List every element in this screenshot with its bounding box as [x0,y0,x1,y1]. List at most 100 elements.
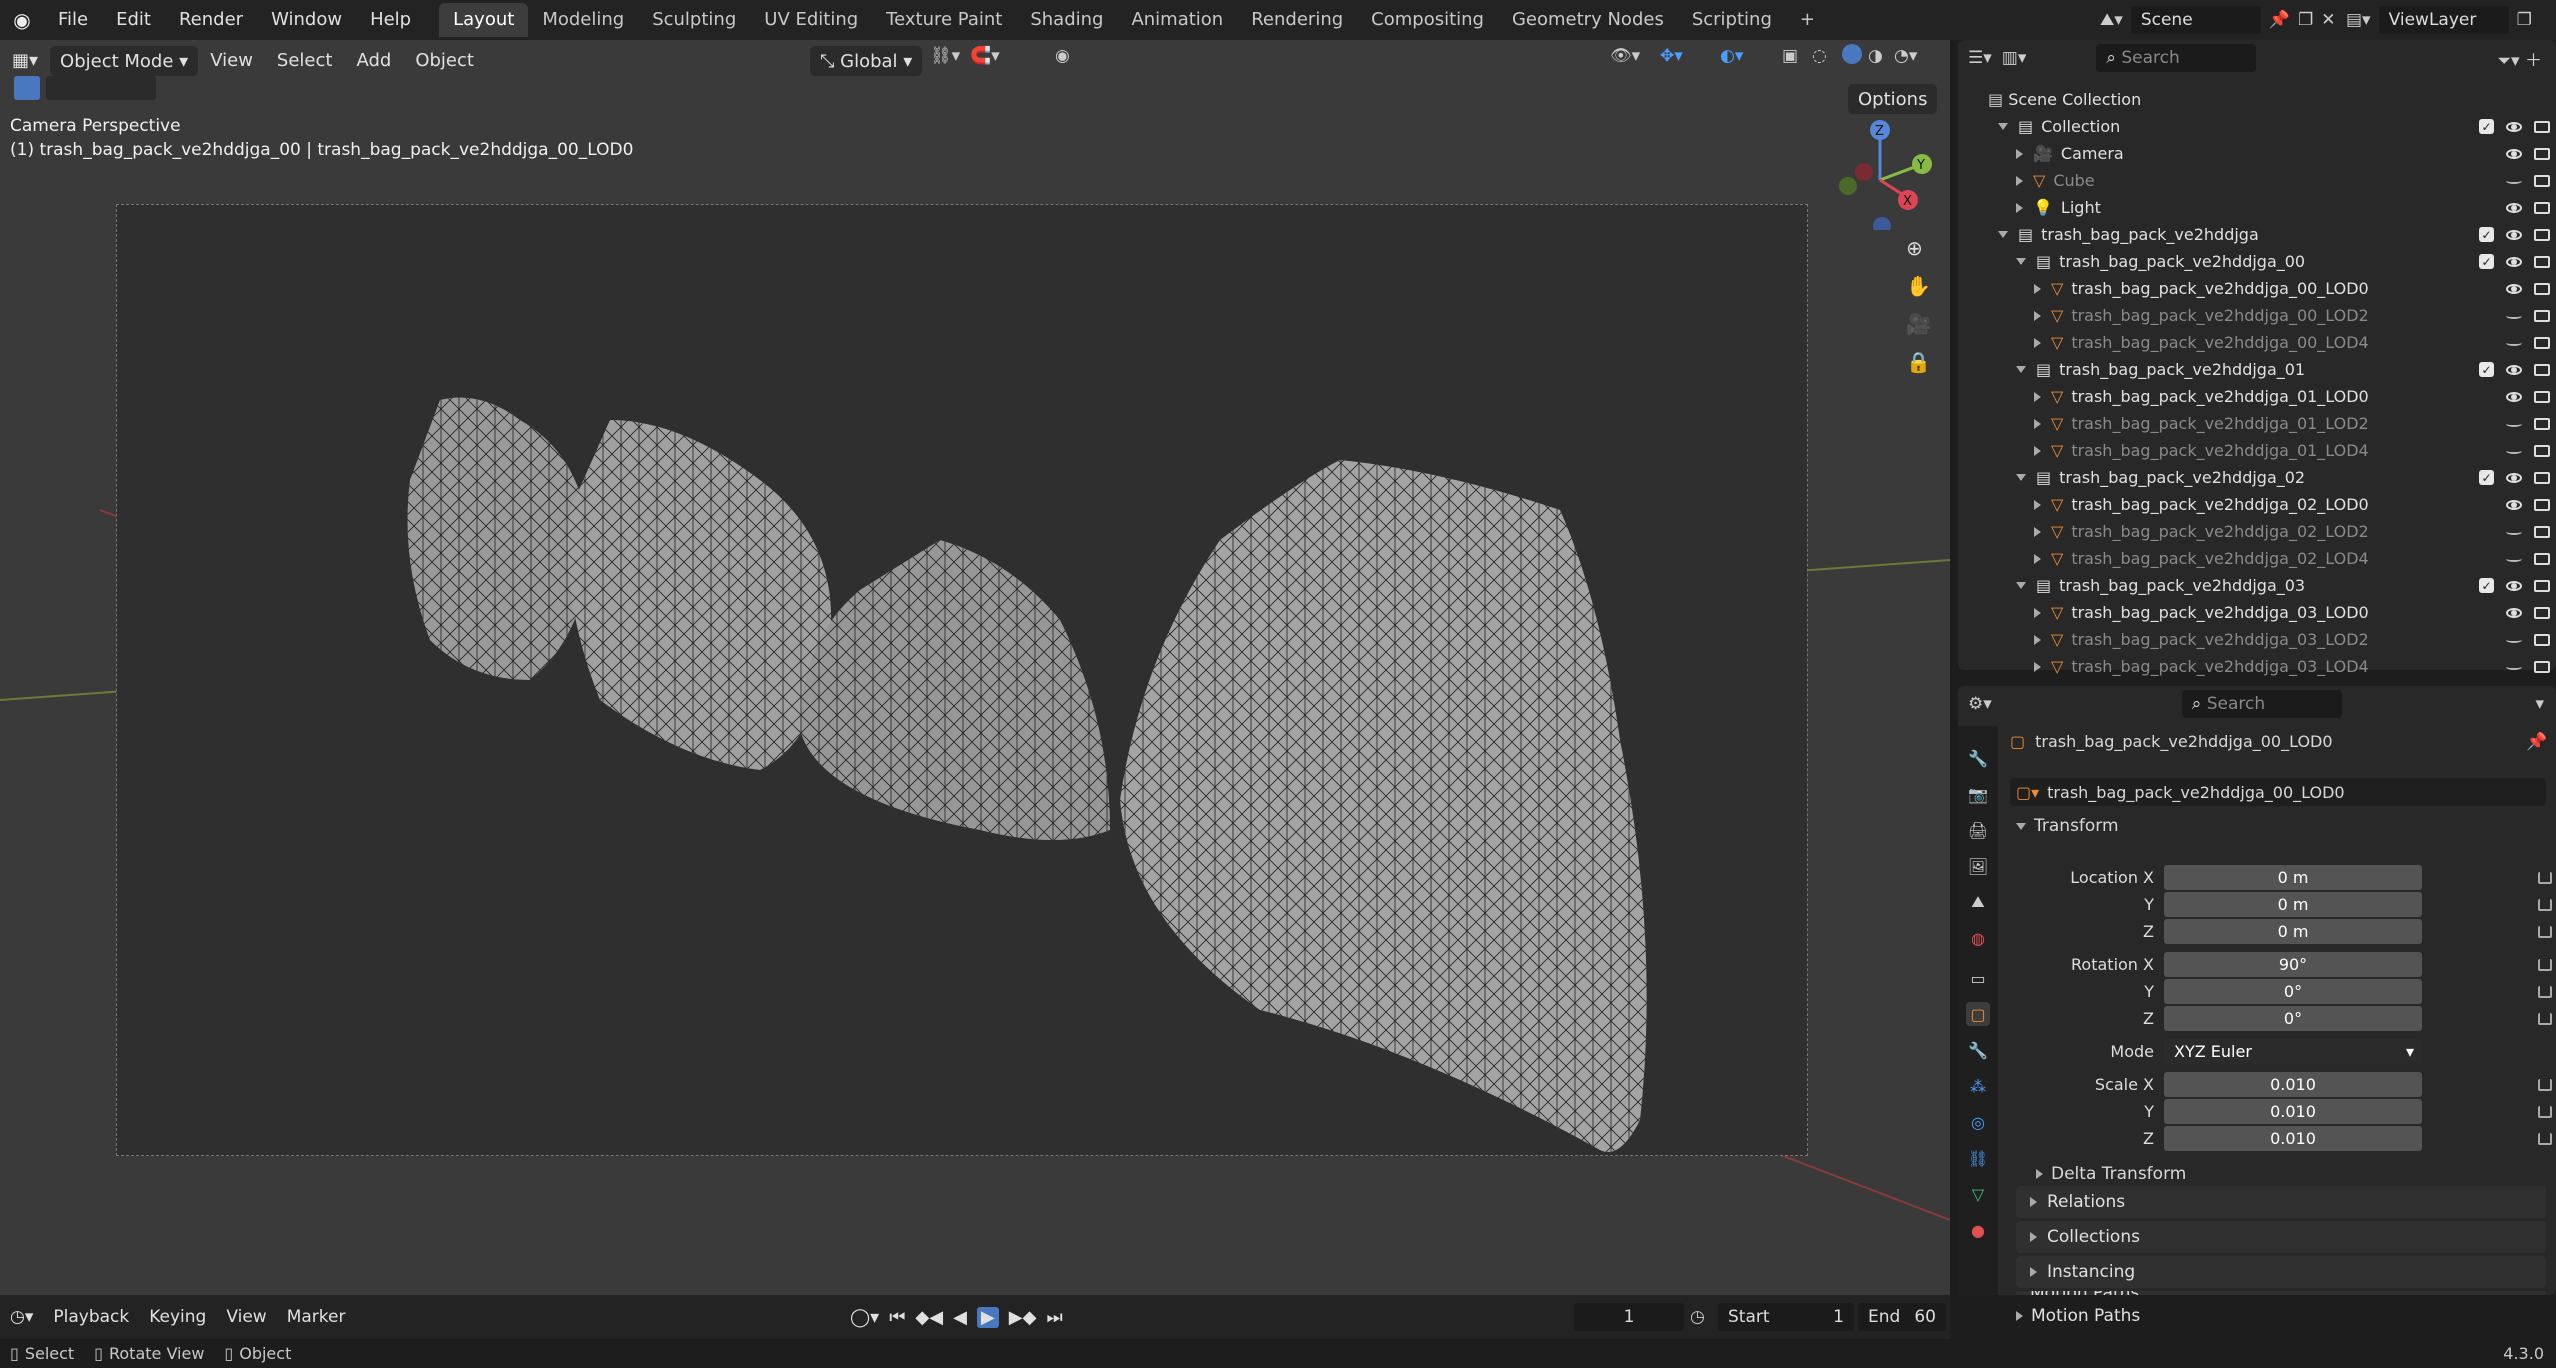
add-workspace-button[interactable]: + [1786,3,1829,37]
chevron-right-icon[interactable] [2034,526,2041,537]
collections-panel[interactable]: Collections [2016,1221,2546,1253]
menu-keying[interactable]: Keying [139,1307,216,1327]
tab-uv-editing[interactable]: UV Editing [750,3,872,37]
chevron-right-icon[interactable] [2034,445,2041,456]
pan-hand-icon[interactable]: ✋ [1906,274,1931,298]
outliner-row[interactable]: ▽ trash_bag_pack_ve2hddjga_02_LOD0 [1958,491,2556,518]
chevron-right-icon[interactable] [2016,202,2023,213]
outliner-row[interactable]: 🎥 Camera [1958,140,2556,167]
gizmo-toggle-icon[interactable]: ✥▾ [1660,46,1683,66]
jump-end-icon[interactable]: ⏭ [1046,1307,1062,1328]
render-camera-icon[interactable] [2534,579,2550,592]
hidden-eye-icon[interactable] [2506,340,2522,346]
outliner-row[interactable]: ▽ trash_bag_pack_ve2hddjga_02_LOD4 [1958,545,2556,572]
solid-shading-icon[interactable] [1842,44,1862,64]
outliner-row[interactable]: ▽ trash_bag_pack_ve2hddjga_01_LOD0 [1958,383,2556,410]
tab-layout[interactable]: Layout [439,3,529,37]
outliner-row[interactable]: ▽ trash_bag_pack_ve2hddjga_03_LOD0 [1958,599,2556,626]
collection-tab-icon[interactable]: ▭ [1966,966,1990,990]
rotation-mode-dropdown[interactable]: XYZ Euler ▾ [2164,1039,2422,1064]
lock-icon[interactable] [2538,1133,2552,1145]
pin-icon[interactable]: 📌 [2526,732,2547,752]
tab-shading[interactable]: Shading [1016,3,1117,37]
tab-sculpting[interactable]: Sculpting [638,3,750,37]
chevron-right-icon[interactable] [2034,553,2041,564]
instancing-panel[interactable]: Instancing [2016,1256,2546,1288]
menu-render[interactable]: Render [165,0,257,40]
chevron-right-icon[interactable] [2034,310,2041,321]
outliner-editor-icon[interactable]: ☰▾ [1968,48,1992,68]
hidden-eye-icon[interactable] [2506,421,2522,427]
chevron-right-icon[interactable] [2034,661,2041,672]
properties-search-input[interactable]: ⌕ Search [2181,690,2342,718]
menu-help[interactable]: Help [356,0,425,40]
modifier-tab-icon[interactable]: 🔧 [1966,1038,1990,1062]
render-camera-icon[interactable] [2534,552,2550,565]
outliner-row[interactable]: ▤ trash_bag_pack_ve2hddjga_00 ✓ [1958,248,2556,275]
end-frame-field[interactable]: End 60 [1858,1303,1946,1331]
outliner-row[interactable]: ▤ trash_bag_pack_ve2hddjga_01 ✓ [1958,356,2556,383]
play-reverse-icon[interactable]: ◀ [953,1307,967,1328]
outliner-row[interactable]: ▽ trash_bag_pack_ve2hddjga_00_LOD4 [1958,329,2556,356]
motion-paths-panel[interactable]: Motion Paths [2016,1291,2546,1295]
filter-icon[interactable]: ⏷▾ ＋ [2497,46,2542,71]
chevron-right-icon[interactable] [2034,337,2041,348]
world-tab-icon[interactable]: ◍ [1966,926,1990,950]
outliner-row[interactable]: ▽ trash_bag_pack_ve2hddjga_01_LOD4 [1958,437,2556,464]
menu-edit[interactable]: Edit [102,0,165,40]
chevron-right-icon[interactable] [2016,148,2023,159]
new-viewlayer-icon[interactable]: ❐ [2517,10,2532,30]
prev-keyframe-icon[interactable]: ◆◀ [915,1307,943,1328]
eye-icon[interactable] [2506,391,2522,402]
camera-view-icon[interactable]: 🎥 [1906,312,1931,336]
play-icon[interactable]: ▶ [976,1306,999,1328]
outliner-row[interactable]: 💡 Light [1958,194,2556,221]
output-tab-icon[interactable]: 🖨 [1966,818,1990,842]
outliner-row[interactable]: ▽ trash_bag_pack_ve2hddjga_00_LOD2 [1958,302,2556,329]
menu-marker[interactable]: Marker [277,1307,356,1327]
eye-icon[interactable] [2506,148,2522,159]
eye-icon[interactable] [2506,607,2522,618]
lock-icon[interactable] [2538,1079,2552,1091]
motion-paths-header[interactable]: Motion Paths [2016,1306,2140,1326]
scene-icon[interactable]: ⛰▾ [2100,10,2123,30]
hidden-eye-icon[interactable] [2506,529,2522,535]
render-camera-icon[interactable] [2534,606,2550,619]
menu-add[interactable]: Add [344,40,403,82]
render-camera-icon[interactable] [2534,228,2550,241]
delete-scene-icon[interactable]: ✕ [2321,10,2335,30]
checkbox-icon[interactable]: ✓ [2479,362,2494,377]
zoom-icon[interactable]: ⊕ [1906,236,1931,260]
menu-select[interactable]: Select [265,40,345,82]
chevron-right-icon[interactable] [2034,499,2041,510]
eye-icon[interactable] [2506,229,2522,240]
outliner-row[interactable]: ▤ trash_bag_pack_ve2hddjga ✓ [1958,221,2556,248]
chevron-right-icon[interactable] [2034,391,2041,402]
chevron-right-icon[interactable] [2034,418,2041,429]
viewlayer-field[interactable]: ViewLayer [2378,6,2509,34]
render-camera-icon[interactable] [2534,633,2550,646]
eye-icon[interactable] [2506,121,2522,132]
outliner-row[interactable]: ▽ trash_bag_pack_ve2hddjga_00_LOD0 [1958,275,2556,302]
checkbox-icon[interactable]: ✓ [2479,470,2494,485]
display-mode-icon[interactable]: ▥▾ [2002,48,2027,68]
eye-icon[interactable] [2506,202,2522,213]
start-frame-field[interactable]: Start 1 [1718,1303,1854,1331]
checkbox-icon[interactable]: ✓ [2479,227,2494,242]
chevron-down-icon[interactable] [2016,366,2026,373]
render-camera-icon[interactable] [2534,255,2550,268]
chevron-right-icon[interactable] [2034,283,2041,294]
eye-icon[interactable] [2506,580,2522,591]
jump-start-icon[interactable]: ⏮ [889,1307,905,1328]
location-x-field[interactable]: 0 m [2164,865,2422,890]
outliner-row[interactable]: ▽ trash_bag_pack_ve2hddjga_03_LOD4 [1958,653,2556,680]
tab-scripting[interactable]: Scripting [1678,3,1786,37]
render-camera-icon[interactable] [2534,174,2550,187]
material-shading-icon[interactable]: ◑ [1868,46,1883,66]
render-camera-icon[interactable] [2534,363,2550,376]
render-camera-icon[interactable] [2534,471,2550,484]
outliner-row[interactable]: ▽ Cube [1958,167,2556,194]
render-camera-icon[interactable] [2534,525,2550,538]
lock-icon[interactable] [2538,872,2552,884]
outliner-search-input[interactable]: ⌕ Search [2096,44,2257,72]
